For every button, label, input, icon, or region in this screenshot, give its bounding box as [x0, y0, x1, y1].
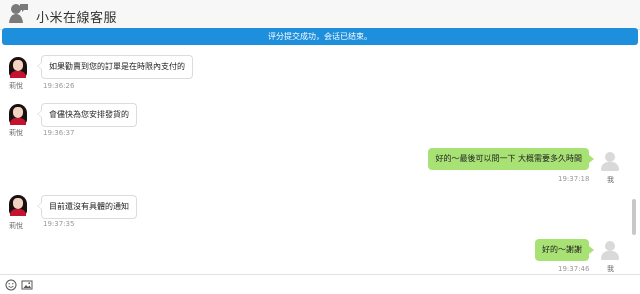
- message-list: 莉悅 如果勸賣到您的訂單是在時限內支付的 19:36:26 莉悅 會儘快為您安排…: [0, 47, 640, 273]
- message-time: 19:37:35: [43, 220, 75, 228]
- message-time: 19:37:46: [558, 265, 590, 273]
- input-toolbar: [0, 274, 640, 294]
- agent-name: 莉悅: [9, 82, 23, 90]
- agent-name: 莉悅: [9, 222, 23, 230]
- message-bubble: 如果勸賣到您的訂單是在時限內支付的: [37, 55, 193, 79]
- chat-title: 小米在線客服: [36, 11, 118, 26]
- user-name: 我: [607, 265, 614, 273]
- agent-avatar: [7, 56, 29, 78]
- image-icon[interactable]: [21, 279, 33, 291]
- agent-avatar: [7, 103, 29, 125]
- message-scrollbar[interactable]: [630, 47, 638, 273]
- message-bubble: 會儘快為您安排發貨的: [37, 103, 137, 127]
- message-bubble: 好的～最後可以問一下 大概需要多久時間: [428, 148, 594, 170]
- user-avatar: [599, 239, 621, 261]
- emoji-icon[interactable]: [5, 279, 17, 291]
- user-name: 我: [607, 176, 614, 184]
- message-time: 19:36:26: [43, 82, 75, 90]
- message-bubble: 目前還沒有具體的通知: [37, 195, 137, 219]
- message-time: 19:36:37: [43, 129, 75, 137]
- user-avatar: [599, 150, 621, 172]
- agent-name: 莉悅: [9, 129, 23, 137]
- message-time: 19:37:18: [558, 175, 590, 183]
- scrollbar-thumb[interactable]: [632, 199, 636, 235]
- agent-avatar: [7, 194, 29, 216]
- service-logo-icon: [9, 4, 28, 23]
- message-bubble: 好的～謝謝: [535, 239, 594, 261]
- rating-submitted-banner: 评分提交成功，会话已结束。: [2, 28, 638, 45]
- chat-header: 小米在線客服: [0, 0, 640, 30]
